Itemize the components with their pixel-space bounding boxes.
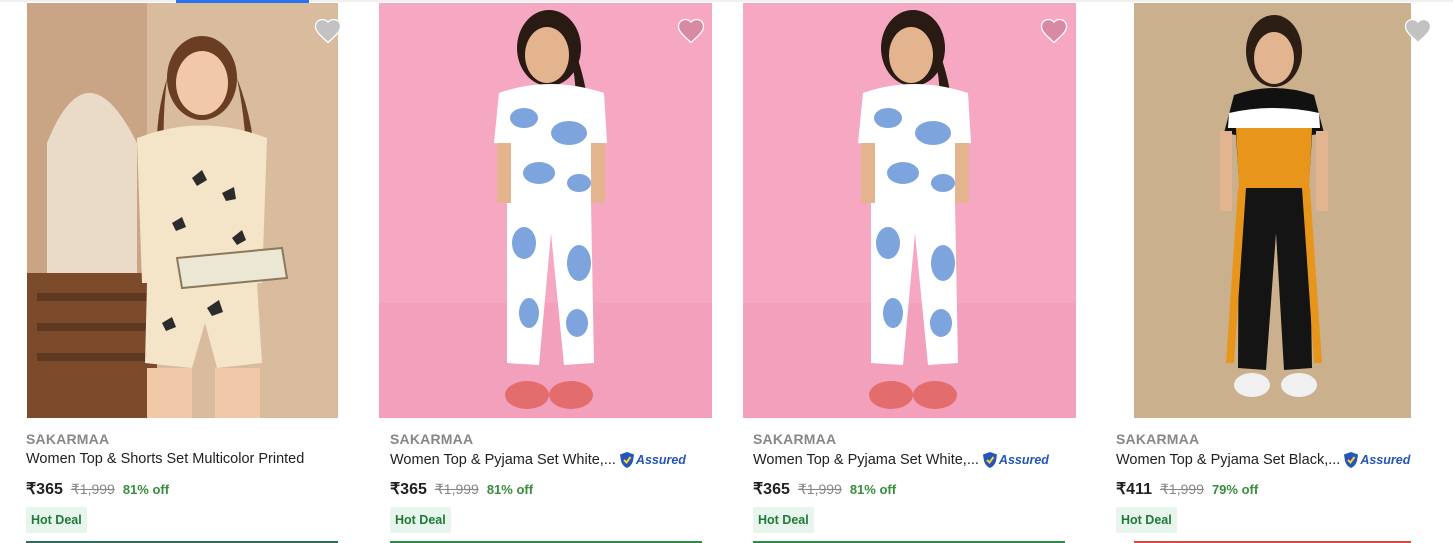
assured-badge: Assured bbox=[982, 451, 1049, 469]
wishlist-button[interactable] bbox=[313, 16, 343, 44]
product-discount: 79% off bbox=[1211, 482, 1259, 497]
price-row: ₹365 ₹1,999 81% off bbox=[753, 479, 896, 499]
product-title-row[interactable]: Women Top & Pyjama Set Black,... Assured bbox=[1116, 451, 1410, 469]
product-price: ₹365 bbox=[26, 481, 63, 498]
assured-label: Assured bbox=[998, 453, 1049, 467]
price-row: ₹411 ₹1,999 79% off bbox=[1116, 479, 1258, 499]
shield-icon bbox=[1344, 452, 1359, 468]
assured-badge: Assured bbox=[619, 451, 686, 469]
product-title[interactable]: Women Top & Shorts Set Multicolor Printe… bbox=[26, 451, 304, 467]
product-card[interactable]: SAKARMAA Women Top & Shorts Set Multicol… bbox=[26, 0, 366, 543]
product-price: ₹365 bbox=[753, 481, 790, 498]
assured-badge: Assured bbox=[1343, 451, 1410, 469]
product-price: ₹365 bbox=[390, 481, 427, 498]
product-mrp: ₹1,999 bbox=[1160, 481, 1204, 497]
product-title-row[interactable]: Women Top & Pyjama Set White,... Assured bbox=[753, 451, 1049, 469]
product-card[interactable]: SAKARMAA Women Top & Pyjama Set Black,..… bbox=[1116, 0, 1453, 543]
price-row: ₹365 ₹1,999 81% off bbox=[26, 479, 169, 499]
product-mrp: ₹1,999 bbox=[797, 481, 842, 497]
product-image[interactable] bbox=[27, 3, 338, 418]
heart-icon[interactable] bbox=[676, 16, 706, 44]
heart-icon[interactable] bbox=[313, 16, 343, 44]
heart-icon[interactable] bbox=[1403, 16, 1433, 44]
product-title[interactable]: Women Top & Pyjama Set White,... bbox=[390, 452, 616, 468]
product-title[interactable]: Women Top & Pyjama Set White,... bbox=[753, 452, 979, 468]
assured-label: Assured bbox=[1360, 453, 1411, 467]
wishlist-button[interactable] bbox=[676, 16, 706, 44]
product-title[interactable]: Women Top & Pyjama Set Black,... bbox=[1116, 452, 1340, 468]
shield-icon bbox=[619, 452, 634, 468]
product-discount: 81% off bbox=[122, 482, 170, 497]
product-mrp: ₹1,999 bbox=[434, 481, 479, 497]
hot-deal-badge: Hot Deal bbox=[26, 507, 87, 533]
wishlist-button[interactable] bbox=[1039, 16, 1069, 44]
wishlist-button[interactable] bbox=[1403, 16, 1433, 44]
product-brand: SAKARMAA bbox=[26, 431, 110, 447]
assured-label: Assured bbox=[635, 453, 686, 467]
product-discount: 81% off bbox=[486, 482, 534, 497]
product-title-row[interactable]: Women Top & Pyjama Set White,... Assured bbox=[390, 451, 686, 469]
heart-icon[interactable] bbox=[1039, 16, 1069, 44]
product-brand: SAKARMAA bbox=[390, 431, 474, 447]
product-image[interactable] bbox=[1134, 3, 1411, 418]
product-image[interactable] bbox=[379, 3, 712, 418]
product-discount: 81% off bbox=[849, 482, 897, 497]
shield-icon bbox=[982, 452, 997, 468]
product-image[interactable] bbox=[743, 3, 1076, 418]
product-brand: SAKARMAA bbox=[753, 431, 837, 447]
price-row: ₹365 ₹1,999 81% off bbox=[390, 479, 533, 499]
hot-deal-badge: Hot Deal bbox=[753, 507, 814, 533]
product-card[interactable]: SAKARMAA Women Top & Pyjama Set White,..… bbox=[379, 0, 730, 543]
product-price: ₹411 bbox=[1116, 481, 1152, 498]
product-card[interactable]: SAKARMAA Women Top & Pyjama Set White,..… bbox=[743, 0, 1093, 543]
hot-deal-badge: Hot Deal bbox=[1116, 507, 1177, 533]
product-title-row[interactable]: Women Top & Shorts Set Multicolor Printe… bbox=[26, 451, 304, 467]
product-brand: SAKARMAA bbox=[1116, 431, 1200, 447]
product-mrp: ₹1,999 bbox=[70, 481, 115, 497]
hot-deal-badge: Hot Deal bbox=[390, 507, 451, 533]
